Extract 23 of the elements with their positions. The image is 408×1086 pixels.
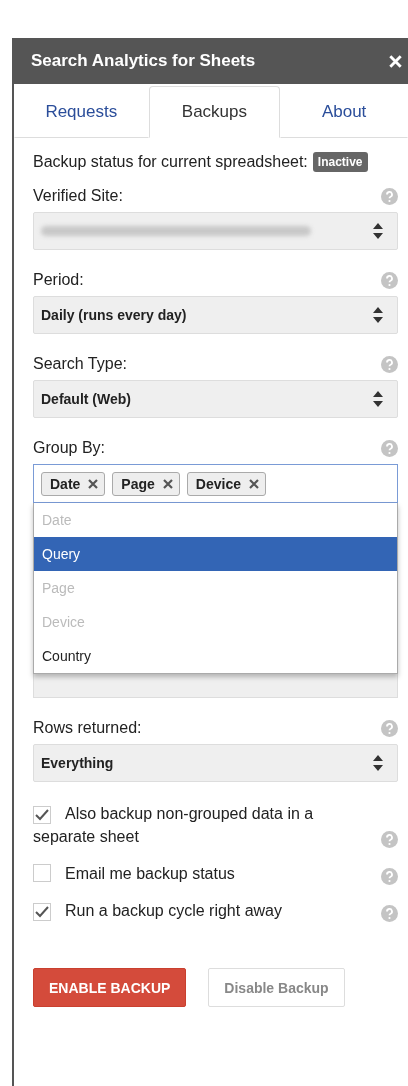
- tab[interactable]: Backups: [148, 86, 281, 138]
- checkbox-label[interactable]: Run a backup cycle right away: [33, 899, 282, 922]
- field-label: Group By:: [33, 439, 106, 457]
- field-label: Verified Site:: [33, 187, 123, 205]
- checkbox-label[interactable]: Also backup non-grouped data in a separate sheet: [33, 802, 353, 848]
- dropdown-option[interactable]: Query: [34, 537, 397, 571]
- tag-chip[interactable]: Date: [41, 471, 106, 496]
- enable-button[interactable]: ENABLE BACKUP: [33, 968, 187, 1007]
- select-field[interactable]: Daily (runs every day): [33, 296, 398, 334]
- tag-chip[interactable]: Page: [112, 471, 180, 496]
- status-badge: Inactive: [312, 152, 368, 172]
- panel-title: Search Analytics for Sheets: [31, 51, 256, 71]
- select-field[interactable]: Everything: [33, 744, 398, 782]
- status-label: Backup status for current spreadsheet:: [33, 153, 308, 171]
- select-field[interactable]: Default (Web): [33, 380, 398, 418]
- checkbox-label[interactable]: Email me backup status: [33, 862, 235, 885]
- field-label: Period:: [33, 271, 84, 289]
- field-label: Rows returned:: [33, 719, 142, 737]
- dropdown-option[interactable]: Country: [34, 639, 397, 673]
- multi-select-field[interactable]: Date Page Device: [33, 464, 398, 503]
- field-label: Search Type:: [33, 355, 127, 373]
- tag-chip[interactable]: Device: [186, 471, 266, 496]
- disable-button[interactable]: Disable Backup: [208, 968, 345, 1007]
